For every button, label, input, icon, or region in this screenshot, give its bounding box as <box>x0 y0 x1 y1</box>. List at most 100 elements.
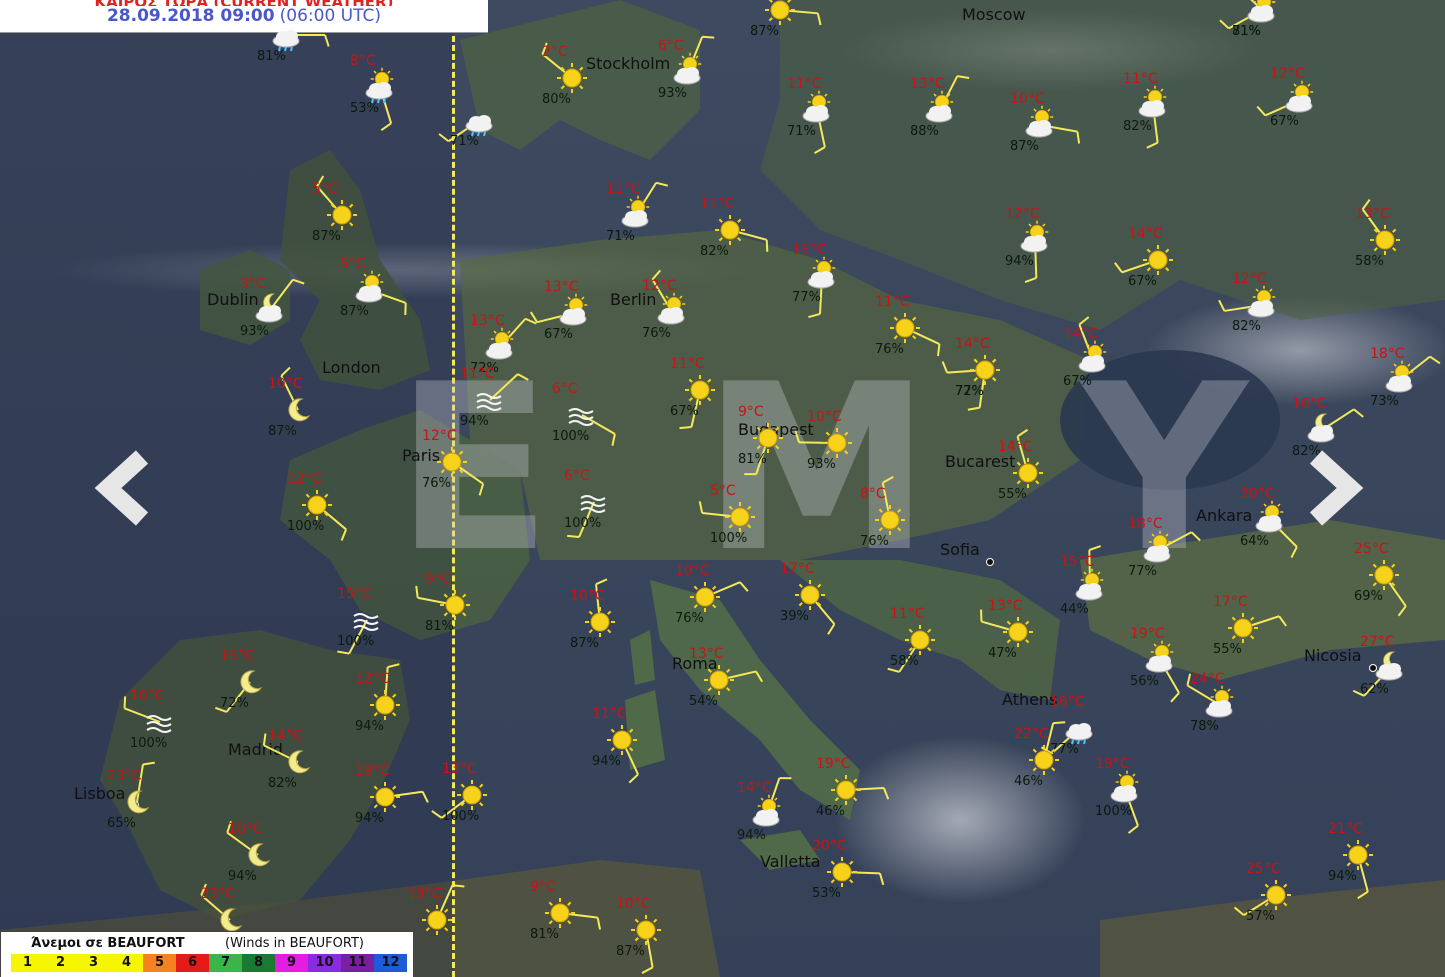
station-marker: 20°C 64% <box>1240 486 1298 559</box>
station-temperature: 13°C <box>910 76 945 92</box>
station-humidity: 82% <box>268 776 297 791</box>
station-humidity: 81% <box>257 49 286 64</box>
station-temperature: 12°C <box>642 278 677 294</box>
station-humidity: 81% <box>530 927 559 942</box>
fog-icon <box>476 393 502 411</box>
station-humidity: 93% <box>240 324 269 339</box>
legend-title: Άνεμοι σε BEAUFORT <box>31 936 185 951</box>
station-humidity: 100% <box>710 531 748 546</box>
sun-icon <box>557 63 587 93</box>
station-marker: 19°C <box>407 884 465 935</box>
sun-icon <box>1369 560 1399 590</box>
station-marker: 5°C 87% <box>312 175 357 244</box>
station-marker: 20°C 53% <box>812 838 885 901</box>
station-marker: 14°C 72% <box>941 336 1000 399</box>
fog-icon <box>580 495 606 513</box>
station-humidity: 55% <box>1213 642 1242 657</box>
sun-cloud-icon <box>1025 105 1054 138</box>
moon-icon <box>288 750 311 774</box>
station-marker: 12°C 67% <box>1256 66 1314 129</box>
prev-map-button[interactable] <box>90 443 160 533</box>
sun-icon <box>1343 840 1373 870</box>
beaufort-level-cell: 4 <box>110 954 143 972</box>
station-marker: 13°C 47% <box>980 598 1033 661</box>
station-marker: 13°C 100% <box>431 761 487 824</box>
station-humidity: 64% <box>1240 534 1269 549</box>
station-temperature: 27°C <box>1360 634 1395 650</box>
sun-icon <box>725 502 755 532</box>
sun-icon <box>457 780 487 810</box>
station-humidity: 93% <box>658 86 687 101</box>
station-temperature: 9°C <box>738 404 764 420</box>
station-humidity: 67% <box>1128 274 1157 289</box>
station-humidity: 87% <box>750 24 779 39</box>
station-humidity: 81% <box>425 619 454 634</box>
sun-cloud-icon <box>1255 500 1284 533</box>
sun-icon <box>370 690 400 720</box>
station-temperature: 20°C <box>1240 486 1275 502</box>
station-temperature: 23°C <box>200 886 235 902</box>
station-temperature: 11°C <box>700 196 735 212</box>
station-humidity: 88% <box>910 124 939 139</box>
station-marker: 15°C 100% <box>337 586 379 655</box>
station-temperature: 12°C <box>287 471 322 487</box>
station-temperature: 8°C <box>860 486 886 502</box>
station-marker: 16°C 82% <box>1292 396 1364 459</box>
station-marker: 19°C 100% <box>1095 756 1139 834</box>
station-marker: 17°C 39% <box>780 561 836 635</box>
station-temperature: 25°C <box>1246 861 1281 877</box>
station-temperature: 19°C <box>355 763 390 779</box>
station-marker: 11°C 94% <box>592 706 639 784</box>
station-marker: 71% <box>1232 0 1276 39</box>
next-map-button[interactable] <box>1298 443 1368 533</box>
station-temperature: 19°C <box>1130 626 1165 642</box>
city-label-sofia: Sofia <box>940 540 980 559</box>
station-marker: 11°C 76% <box>875 294 941 357</box>
moon-icon <box>127 790 150 814</box>
station-temperature: 16°C <box>130 688 165 704</box>
station-temperature: 6°C <box>552 381 578 397</box>
station-temperature: 12°C <box>355 671 390 687</box>
station-temperature: 19°C <box>816 756 851 772</box>
chevron-left-icon <box>94 450 149 526</box>
station-humidity: 39% <box>780 609 809 624</box>
sun-cloud-icon <box>1078 340 1107 373</box>
station-temperature: 10°C <box>570 588 605 604</box>
sun-icon <box>765 0 795 25</box>
sun-icon <box>690 582 720 612</box>
sun-icon <box>875 505 905 535</box>
station-marker: 9°C 81% <box>415 571 470 634</box>
station-marker: 19°C 46% <box>816 756 890 819</box>
moon-icon <box>248 843 271 867</box>
sun-icon <box>1029 745 1059 775</box>
station-humidity: 76% <box>860 534 889 549</box>
station-humidity: 87% <box>340 304 369 319</box>
station-marker: 12°C 100% <box>287 471 348 541</box>
station-temperature: 24°C <box>1190 671 1225 687</box>
station-temperature: 11°C <box>606 181 641 197</box>
station-marker: 6°C 100% <box>564 468 606 538</box>
station-marker: 12°C 94% <box>1005 206 1049 284</box>
sun-cloud-icon <box>1143 530 1172 563</box>
station-temperature: 17°C <box>780 561 815 577</box>
station-marker: 15°C 77% <box>792 242 836 319</box>
station-temperature: 19°C <box>407 886 442 902</box>
station-temperature: 2°C <box>542 44 568 60</box>
sun-cloud-icon <box>673 52 702 85</box>
sun-icon <box>827 857 857 887</box>
station-marker: 12°C 82% <box>1218 271 1276 334</box>
station-marker: 23°C <box>200 883 243 932</box>
station-marker: 5°C 87% <box>340 256 407 319</box>
sun-icon <box>890 313 920 343</box>
station-humidity: 62% <box>1360 682 1389 697</box>
station-humidity: 46% <box>1014 774 1043 789</box>
station-temperature: 9°C <box>530 879 556 895</box>
beaufort-level-cell: 11 <box>341 954 374 972</box>
station-humidity: 94% <box>355 719 384 734</box>
station-humidity: 87% <box>1010 139 1039 154</box>
weather-map: EMY ΚΑΙΡΟΣ ΤΩΡΑ (CURRENT WEATHER) 28.09.… <box>0 0 1445 977</box>
station-humidity: 72% <box>220 696 249 711</box>
station-humidity: 82% <box>1123 119 1152 134</box>
station-marker: 15°C 72% <box>214 648 263 713</box>
station-marker: 18°C 73% <box>1370 346 1441 409</box>
